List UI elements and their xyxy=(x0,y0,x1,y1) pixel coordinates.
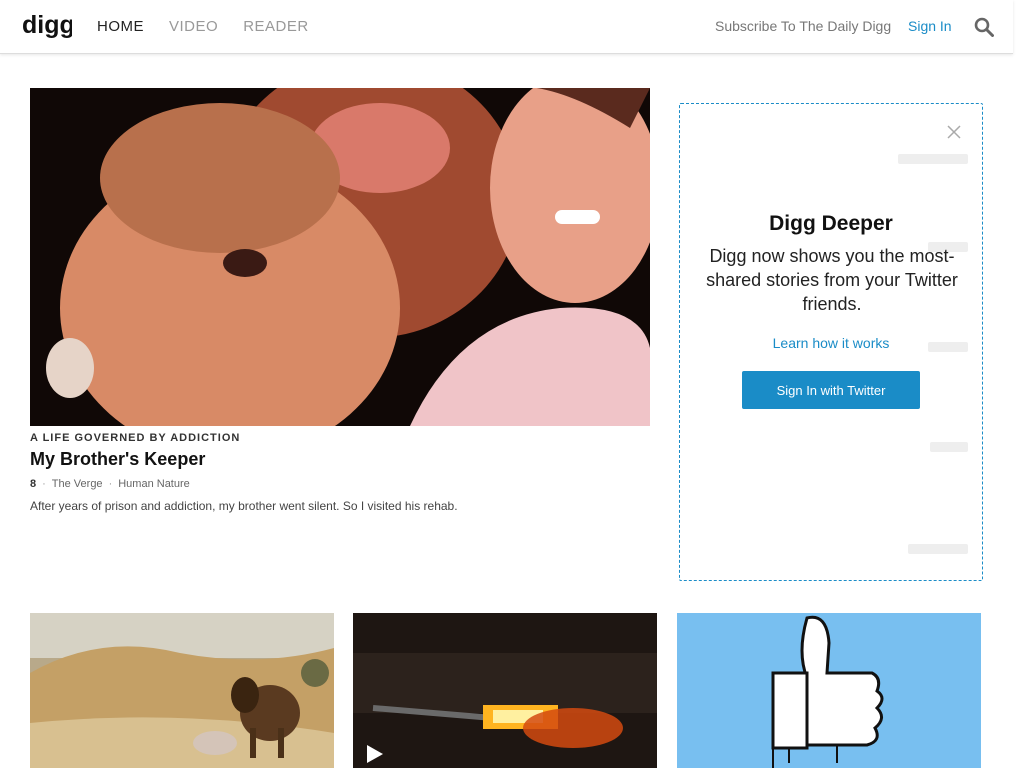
learn-more-link[interactable]: Learn how it works xyxy=(680,335,982,351)
story-card-forge[interactable] xyxy=(353,613,657,768)
svg-text:digg: digg xyxy=(22,12,72,39)
promo-body: Digg now shows you the most-shared stori… xyxy=(706,246,958,314)
nav-reader[interactable]: READER xyxy=(243,18,309,35)
subscribe-link[interactable]: Subscribe To The Daily Digg xyxy=(715,18,891,34)
story-source[interactable]: The Verge xyxy=(52,478,103,490)
site-header: digg HOME VIDEO READER Subscribe To The … xyxy=(0,0,1013,54)
hero-image[interactable] xyxy=(30,88,650,426)
digg-logo[interactable]: digg xyxy=(22,12,72,42)
faded-placeholder xyxy=(930,442,968,452)
story-meta: 8 · The Verge · Human Nature xyxy=(30,478,190,490)
faded-placeholder xyxy=(898,154,968,164)
story-card-lion[interactable] xyxy=(30,613,334,768)
digg-deeper-promo: Digg Deeper Digg now shows you the most-… xyxy=(679,103,983,581)
story-title[interactable]: My Brother's Keeper xyxy=(30,449,205,470)
nav-home[interactable]: HOME xyxy=(97,18,144,35)
digg-count[interactable]: 8 xyxy=(30,478,36,490)
twitter-signin-button[interactable]: Sign In with Twitter xyxy=(742,371,920,409)
story-kicker: A LIFE GOVERNED BY ADDICTION xyxy=(30,432,241,444)
story-category[interactable]: Human Nature xyxy=(118,478,190,490)
story-description: After years of prison and addiction, my … xyxy=(30,499,458,513)
promo-title: Digg Deeper xyxy=(769,212,893,235)
main-nav: HOME VIDEO READER xyxy=(97,18,334,35)
story-card-thumbs-up[interactable] xyxy=(677,613,981,768)
meta-separator: · xyxy=(42,478,46,490)
sign-in-link[interactable]: Sign In xyxy=(908,18,952,34)
close-icon[interactable] xyxy=(946,124,962,140)
search-icon[interactable] xyxy=(974,17,994,37)
faded-placeholder xyxy=(908,544,968,554)
nav-video[interactable]: VIDEO xyxy=(169,18,218,35)
meta-separator: · xyxy=(108,478,113,490)
